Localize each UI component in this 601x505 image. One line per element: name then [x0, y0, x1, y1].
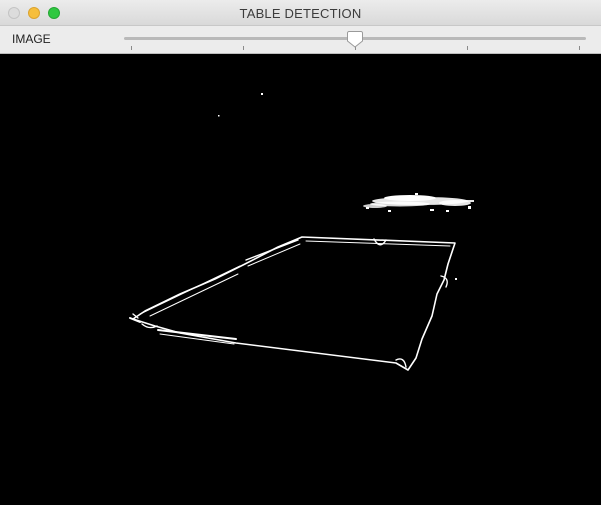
trackbar-tick: [579, 46, 580, 50]
trackbar-tick: [243, 46, 244, 50]
edge-detection-image: [0, 54, 601, 505]
image-display: [0, 54, 601, 505]
window: TABLE DETECTION IMAGE: [0, 0, 601, 505]
window-title: TABLE DETECTION: [239, 6, 362, 21]
trackbar-tick: [131, 46, 132, 50]
trackbar-panel: IMAGE: [0, 26, 601, 54]
trackbar-thumb[interactable]: [347, 30, 363, 48]
title-bar[interactable]: TABLE DETECTION: [0, 0, 601, 26]
trackbar-label: IMAGE: [12, 32, 51, 46]
trackbar-tick: [467, 46, 468, 50]
image-trackbar[interactable]: [124, 26, 586, 54]
